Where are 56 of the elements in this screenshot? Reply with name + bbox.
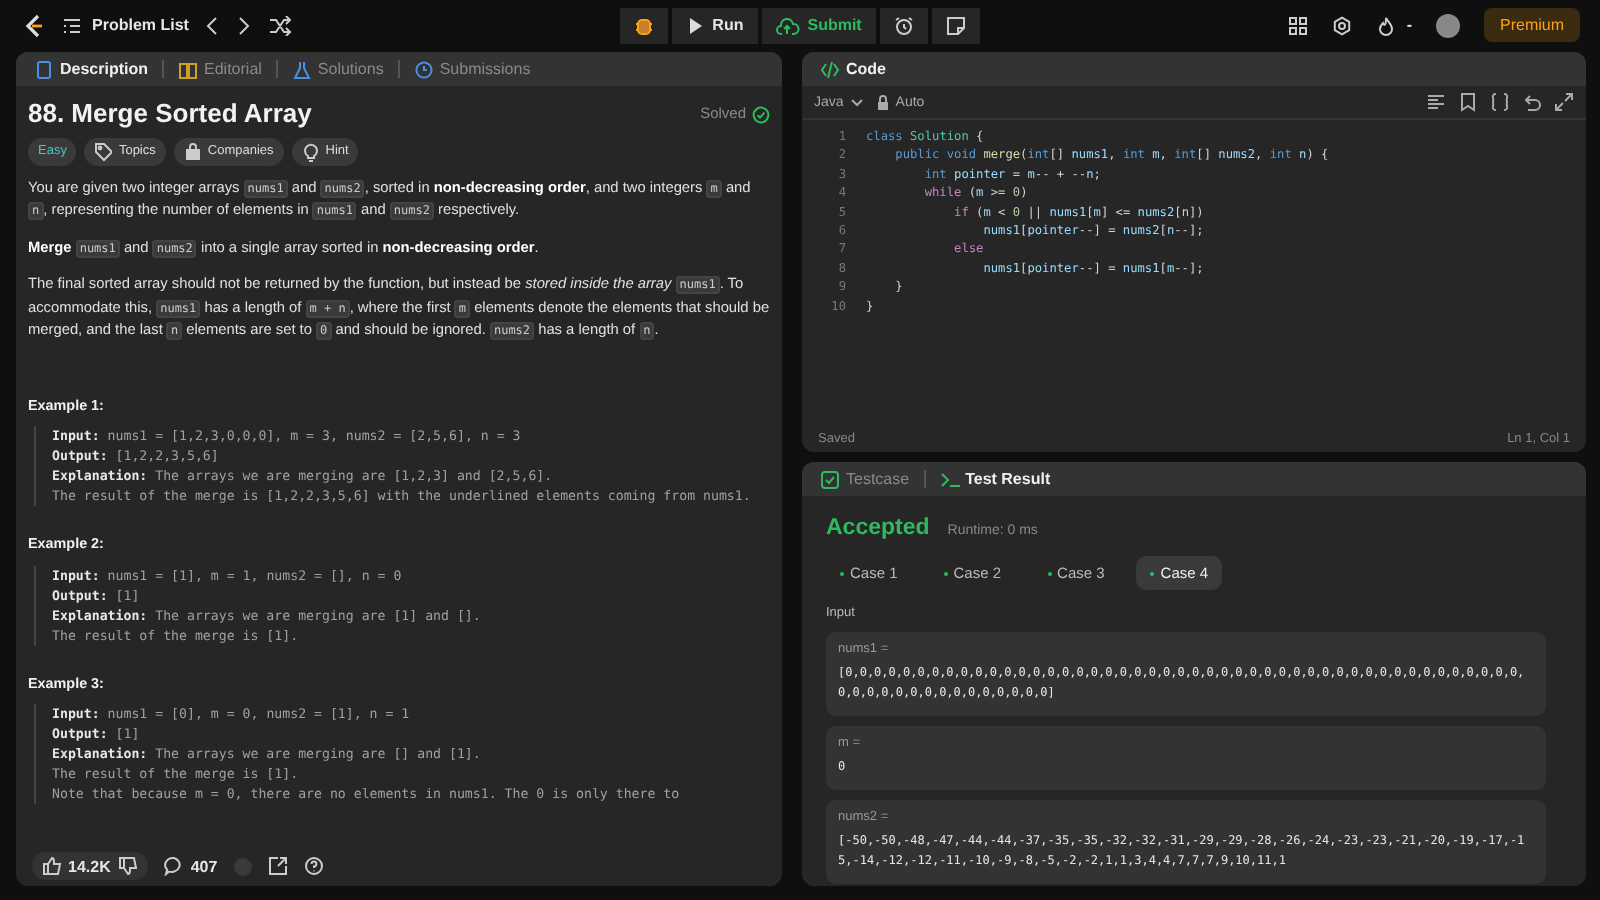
panel-tab[interactable]: Description (28, 59, 155, 79)
streak-button[interactable]: - (1376, 15, 1412, 35)
tag-icon (94, 141, 113, 161)
undo-icon[interactable] (1522, 92, 1542, 112)
lightbulb-icon (301, 141, 320, 161)
panel-tab[interactable]: Solutions (285, 59, 390, 79)
result-verdict: Accepted (826, 516, 930, 540)
timer-button[interactable] (879, 7, 928, 43)
format-icon[interactable] (1426, 92, 1446, 112)
like-button[interactable]: 14.2K (42, 856, 111, 876)
notes-button[interactable] (931, 7, 980, 43)
doc-icon (34, 59, 54, 79)
note-icon (945, 15, 966, 35)
bug-icon (634, 15, 655, 35)
help-icon[interactable] (303, 856, 324, 876)
list-icon (62, 15, 82, 35)
premium-button[interactable]: Premium (1484, 8, 1581, 42)
settings-icon[interactable] (1332, 15, 1353, 35)
check-circle-icon (752, 105, 770, 124)
shuffle-icon[interactable] (268, 15, 293, 35)
flask-icon (291, 59, 312, 79)
chevron-right-icon[interactable] (236, 15, 253, 35)
problem-title: 88. Merge Sorted Array (28, 104, 312, 125)
panel-title: Code (814, 59, 892, 79)
lock-icon (183, 141, 202, 161)
submit-button[interactable]: Submit (761, 7, 876, 43)
expand-icon[interactable] (1554, 92, 1574, 112)
chevron-left-icon[interactable] (204, 15, 221, 35)
history-icon (413, 59, 434, 79)
thumbs-down-icon[interactable] (118, 856, 139, 876)
flame-icon (1376, 15, 1397, 35)
run-button[interactable]: Run (672, 7, 758, 43)
panel-tab[interactable]: Test Result (933, 469, 1057, 489)
checkbox-icon (820, 469, 840, 489)
panel-tab[interactable]: Editorial (172, 59, 268, 79)
debug-button[interactable] (620, 7, 669, 43)
logo-icon[interactable] (20, 11, 46, 39)
code-icon (820, 59, 840, 79)
chevron-down-icon (849, 96, 864, 108)
cloud-upload-icon (775, 15, 800, 35)
comment-icon (164, 856, 185, 876)
problem-list-button[interactable]: Problem List (62, 15, 189, 35)
comments-button[interactable]: 407 (164, 856, 218, 876)
alarm-clock-icon (893, 15, 914, 35)
lock-icon (875, 93, 890, 111)
avatar[interactable] (1436, 13, 1460, 37)
terminal-icon (939, 469, 960, 489)
bookmark-icon[interactable] (1458, 92, 1478, 112)
share-icon[interactable] (267, 856, 288, 876)
panel-tab[interactable]: Submissions (407, 59, 537, 79)
play-icon (686, 15, 705, 35)
layout-icon[interactable] (1288, 15, 1309, 35)
braces-icon[interactable] (1490, 92, 1510, 112)
thumbs-up-icon (42, 856, 62, 876)
book-icon (178, 59, 199, 79)
panel-tab[interactable]: Testcase (814, 469, 916, 489)
